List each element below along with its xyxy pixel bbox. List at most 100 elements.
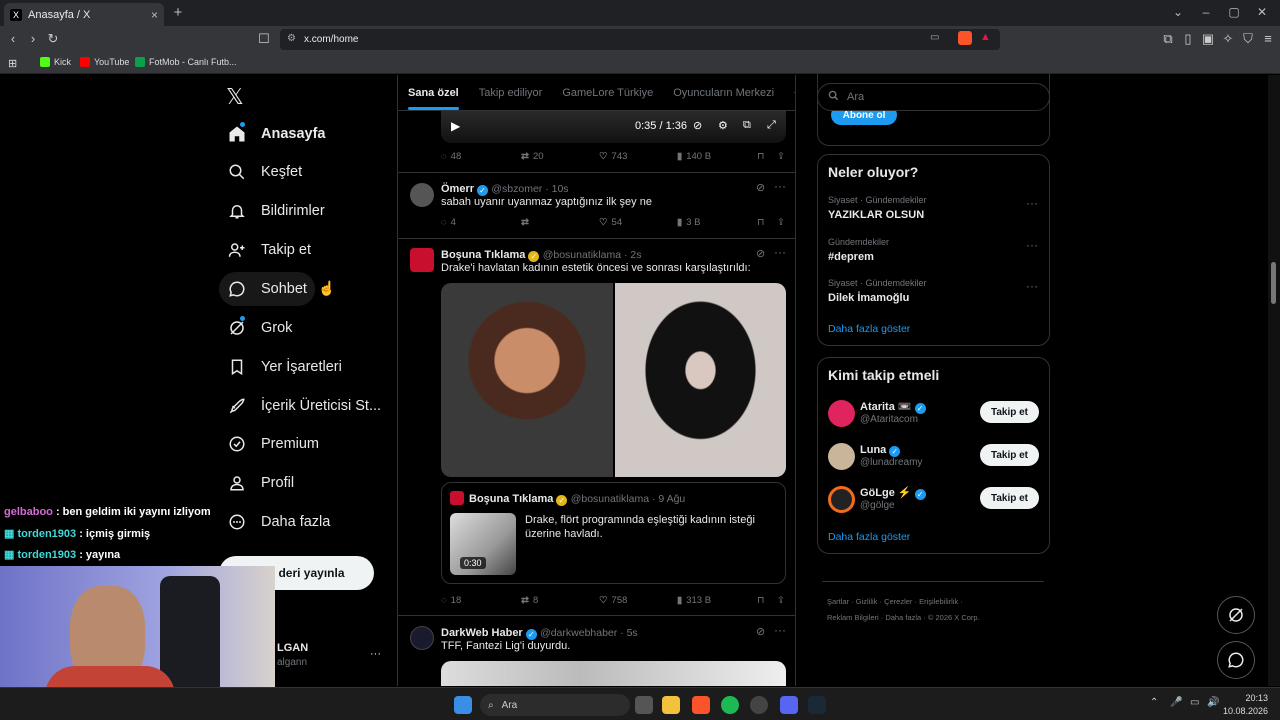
- grok-explain-icon[interactable]: ⊘: [756, 181, 765, 194]
- share-icon[interactable]: ⇪: [777, 595, 785, 606]
- reply-button[interactable]: ◌ 48: [441, 151, 521, 162]
- bookmark-tweet-icon[interactable]: ⊓: [757, 151, 777, 162]
- trend-item[interactable]: Gündemdekiler #deprem ···: [818, 235, 1049, 275]
- views-button[interactable]: ▮ 3 B: [677, 217, 757, 228]
- nav-more[interactable]: Daha fazla: [219, 505, 338, 539]
- like-button[interactable]: ♡ 54: [599, 217, 677, 228]
- tweet-author[interactable]: DarkWeb Haber: [441, 627, 523, 639]
- media-image-right[interactable]: [614, 283, 786, 477]
- trend-more-icon[interactable]: ···: [1026, 238, 1038, 252]
- tweet-more-icon[interactable]: ···: [774, 623, 786, 637]
- close-window-icon[interactable]: ✕: [1252, 5, 1272, 19]
- bookmark-page-icon[interactable]: ☐: [256, 31, 272, 47]
- tray-chevron-icon[interactable]: ⌃: [1150, 697, 1158, 708]
- tweet-more-icon[interactable]: ···: [774, 245, 786, 259]
- nav-explore[interactable]: Keşfet: [219, 155, 310, 189]
- maximize-icon[interactable]: ▢: [1224, 5, 1244, 19]
- search-input[interactable]: Ara: [817, 83, 1050, 111]
- obs-icon[interactable]: [750, 696, 768, 714]
- mute-icon[interactable]: ⊘: [693, 119, 702, 132]
- avatar[interactable]: [410, 183, 434, 207]
- spotify-icon[interactable]: [721, 696, 739, 714]
- trend-item[interactable]: Siyaset · Gündemdekiler Dilek İmamoğlu ·…: [818, 276, 1049, 316]
- settings-icon[interactable]: ⚙: [718, 119, 728, 132]
- media-image-left[interactable]: [441, 283, 613, 477]
- nav-follow[interactable]: Takip et: [219, 233, 319, 267]
- wallet-icon[interactable]: ▣: [1200, 31, 1216, 47]
- x-logo[interactable]: 𝕏: [226, 84, 244, 110]
- browser-tab[interactable]: X Anasayfa / X ×: [4, 3, 164, 26]
- task-view-icon[interactable]: [635, 696, 653, 714]
- volume-icon[interactable]: 🔊: [1207, 697, 1219, 708]
- play-icon[interactable]: ▶: [451, 119, 460, 133]
- tweet-media[interactable]: [441, 283, 786, 477]
- bookmark-kick[interactable]: Kick: [40, 57, 71, 67]
- follow-button[interactable]: Takip et: [980, 444, 1039, 466]
- microphone-icon[interactable]: 🎤: [1170, 697, 1182, 708]
- tab-close-icon[interactable]: ×: [151, 8, 158, 22]
- reload-icon[interactable]: ↻: [45, 31, 61, 47]
- network-icon[interactable]: ▭: [1190, 697, 1199, 708]
- show-more-suggestions-link[interactable]: Daha fazla göster: [828, 531, 910, 543]
- views-button[interactable]: ▮ 313 B: [677, 595, 757, 606]
- show-more-trends-link[interactable]: Daha fazla göster: [828, 323, 910, 335]
- tweet-author[interactable]: Boşuna Tıklama: [441, 249, 525, 261]
- bookmark-tweet-icon[interactable]: ⊓: [757, 217, 777, 228]
- follow-button[interactable]: Takip et: [980, 487, 1039, 509]
- follow-button[interactable]: Takip et: [980, 401, 1039, 423]
- bookmark-fotmob[interactable]: FotMob - Canlı Futb...: [135, 57, 237, 67]
- forward-icon[interactable]: ›: [25, 31, 41, 47]
- tweet-author[interactable]: Ömerr: [441, 183, 474, 195]
- add-tab-button[interactable]: +: [784, 87, 795, 99]
- bookmark-youtube[interactable]: YouTube: [80, 57, 129, 67]
- nav-notifications[interactable]: Bildirimler: [219, 194, 333, 228]
- footer-links[interactable]: Şartlar · Gizlilik · Çerezler · Erişileb…: [827, 597, 963, 606]
- share-icon[interactable]: ⇪: [777, 217, 785, 228]
- reply-button[interactable]: ◌ 18: [441, 595, 521, 606]
- brave-shield-icon[interactable]: [958, 31, 972, 45]
- video-player[interactable]: ▶ 0:35 / 1:36 ⊘ ⚙ ⧉ ⤢: [441, 111, 786, 143]
- follow-suggestion[interactable]: GöLge ⚡ ✓ @gölge Takip et: [818, 482, 1049, 518]
- tab-list-icon[interactable]: ⌄: [1168, 5, 1188, 19]
- fullscreen-icon[interactable]: ⤢: [767, 119, 776, 132]
- nav-home[interactable]: Anasayfa: [219, 117, 333, 151]
- tab-gamelore[interactable]: GameLore Türkiye: [552, 87, 663, 99]
- quote-thumbnail[interactable]: 0:30: [450, 513, 516, 575]
- nav-profile[interactable]: Profil: [219, 466, 302, 500]
- pip-icon[interactable]: ⧉: [743, 119, 751, 132]
- back-icon[interactable]: ‹: [5, 31, 21, 47]
- site-info-icon[interactable]: ⚙: [287, 33, 296, 44]
- address-bar[interactable]: ⚙ x.com/home ▭ ▲: [280, 29, 1000, 50]
- share-icon[interactable]: ⇪: [777, 151, 785, 162]
- trend-item[interactable]: Siyaset · Gündemdekiler YAZIKLAR OLSUN ·…: [818, 193, 1049, 233]
- grok-explain-icon[interactable]: ⊘: [756, 247, 765, 260]
- avatar[interactable]: [410, 248, 434, 272]
- screen-icon[interactable]: ▭: [930, 32, 939, 43]
- sidebar-icon[interactable]: ▯: [1180, 31, 1196, 47]
- nav-bookmarks[interactable]: Yer İşaretleri: [219, 350, 350, 384]
- tweet-more-icon[interactable]: ···: [774, 179, 786, 193]
- nav-premium[interactable]: Premium: [219, 427, 327, 461]
- extensions-icon[interactable]: ⧉: [1160, 31, 1176, 47]
- tab-for-you[interactable]: Sana özel: [398, 87, 469, 110]
- bookmark-tweet-icon[interactable]: ⊓: [757, 595, 777, 606]
- account-more-icon[interactable]: ···: [370, 648, 381, 660]
- follow-suggestion[interactable]: Atarita 📼 ✓ @Ataritacom Takip et: [818, 396, 1049, 432]
- discord-icon[interactable]: [780, 696, 798, 714]
- retweet-button[interactable]: ⇄: [521, 217, 599, 228]
- footer-links[interactable]: Reklam Bilgileri · Daha fazla · © 2026 X…: [827, 613, 980, 622]
- retweet-button[interactable]: ⇄ 8: [521, 595, 599, 606]
- retweet-button[interactable]: ⇄ 20: [521, 151, 599, 162]
- follow-suggestion[interactable]: Luna ✓ @lunadreamy Takip et: [818, 439, 1049, 475]
- minimize-icon[interactable]: –: [1196, 5, 1216, 19]
- apps-grid-icon[interactable]: ⊞: [8, 57, 17, 70]
- scrollbar-thumb[interactable]: [1271, 262, 1276, 304]
- steam-icon[interactable]: [808, 696, 826, 714]
- nav-creator-studio[interactable]: İçerik Üreticisi St...: [219, 389, 389, 423]
- views-button[interactable]: ▮ 140 B: [677, 151, 757, 162]
- new-tab-button[interactable]: +: [170, 4, 186, 22]
- like-button[interactable]: ♡ 743: [599, 151, 677, 162]
- menu-icon[interactable]: ≡: [1260, 31, 1276, 47]
- like-button[interactable]: ♡ 758: [599, 595, 677, 606]
- taskbar-search[interactable]: ⌕ Ara: [480, 694, 630, 716]
